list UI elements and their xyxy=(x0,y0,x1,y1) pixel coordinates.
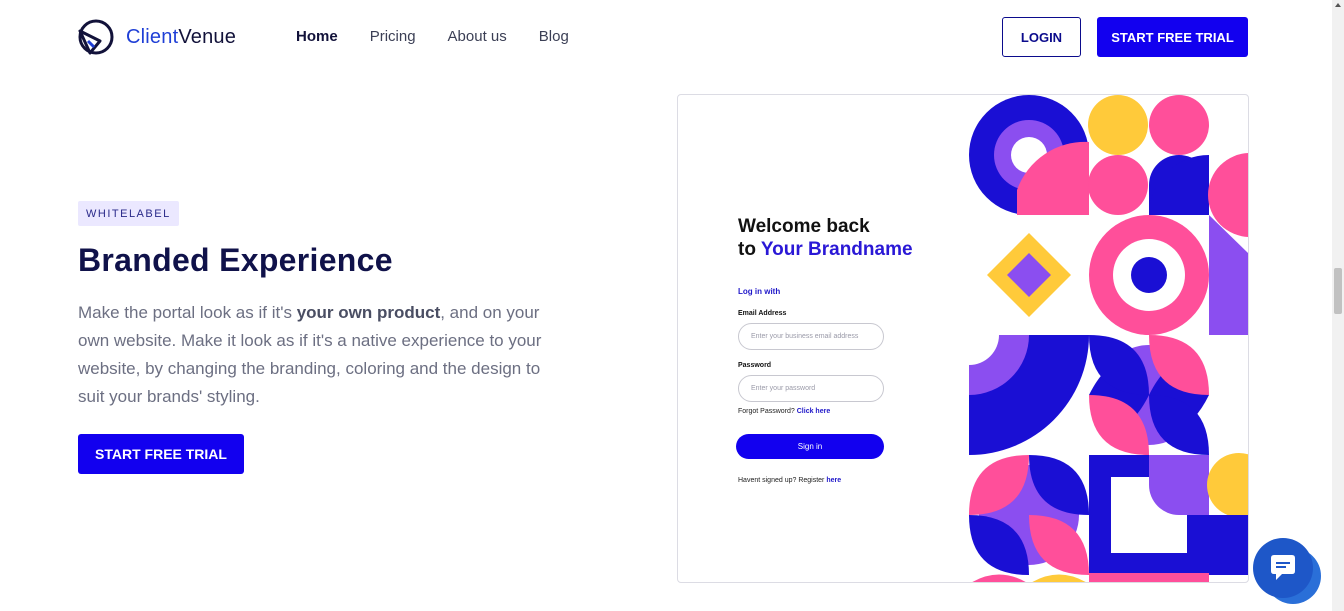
welcome-brand: Your Brandname xyxy=(760,239,913,260)
desc-bold: your own product xyxy=(296,303,441,322)
scroll-up-arrow-icon[interactable] xyxy=(1335,3,1341,7)
hero-start-trial-button[interactable]: START FREE TRIAL xyxy=(78,434,244,474)
desc-part-1: Make the portal look as if it's xyxy=(78,303,297,322)
sign-in-button[interactable]: Sign in xyxy=(736,434,884,459)
page-scrollbar[interactable] xyxy=(1332,0,1344,611)
password-field[interactable]: Enter your password xyxy=(738,375,884,402)
login-with-label: Log in with xyxy=(738,287,781,296)
logo[interactable]: ClientVenue xyxy=(76,17,236,57)
login-preview-card: Welcome back to Your Brandname Log in wi… xyxy=(677,94,1249,583)
welcome-line-1: Welcome back xyxy=(738,216,870,237)
nav-home[interactable]: Home xyxy=(296,28,338,45)
login-button[interactable]: LOGIN xyxy=(1002,17,1081,57)
forgot-password-link[interactable]: Click here xyxy=(797,408,830,415)
email-label: Email Address xyxy=(738,310,787,317)
register-link[interactable]: here xyxy=(826,477,841,484)
main-nav: Home Pricing About us Blog xyxy=(296,28,569,45)
welcome-to: to xyxy=(738,239,761,260)
logo-icon xyxy=(78,19,114,55)
chat-bubble-icon xyxy=(1271,555,1295,580)
nav-blog[interactable]: Blog xyxy=(539,28,569,45)
hero-description: Make the portal look as if it's your own… xyxy=(78,299,553,411)
password-label: Password xyxy=(738,362,772,369)
geometric-pattern-image xyxy=(969,95,1248,582)
site-header: ClientVenue Home Pricing About us Blog L… xyxy=(0,0,1344,74)
forgot-password-text: Forgot Password? Click here xyxy=(738,408,830,415)
hero-title: Branded Experience xyxy=(78,242,393,278)
logo-text-accent: Client xyxy=(126,25,179,48)
nav-about-us[interactable]: About us xyxy=(448,28,507,45)
whitelabel-badge: WHITELABEL xyxy=(78,201,179,226)
forgot-text: Forgot Password? xyxy=(738,408,797,415)
nav-pricing[interactable]: Pricing xyxy=(370,28,416,45)
logo-text: ClientVenue xyxy=(126,26,236,49)
email-field[interactable]: Enter your business email address xyxy=(738,323,884,350)
chat-widget-button[interactable] xyxy=(1253,538,1321,604)
scrollbar-thumb[interactable] xyxy=(1334,268,1342,314)
login-preview-form: Welcome back to Your Brandname Log in wi… xyxy=(678,95,969,582)
register-text: Havent signed up? Register here xyxy=(738,477,841,484)
logo-text-rest: Venue xyxy=(178,25,237,48)
register-prefix: Havent signed up? Register xyxy=(738,477,827,484)
welcome-heading: Welcome back to Your Brandname xyxy=(738,215,913,261)
header-start-trial-button[interactable]: START FREE TRIAL xyxy=(1097,17,1248,57)
welcome-line-2: to Your Brandname xyxy=(738,238,913,261)
